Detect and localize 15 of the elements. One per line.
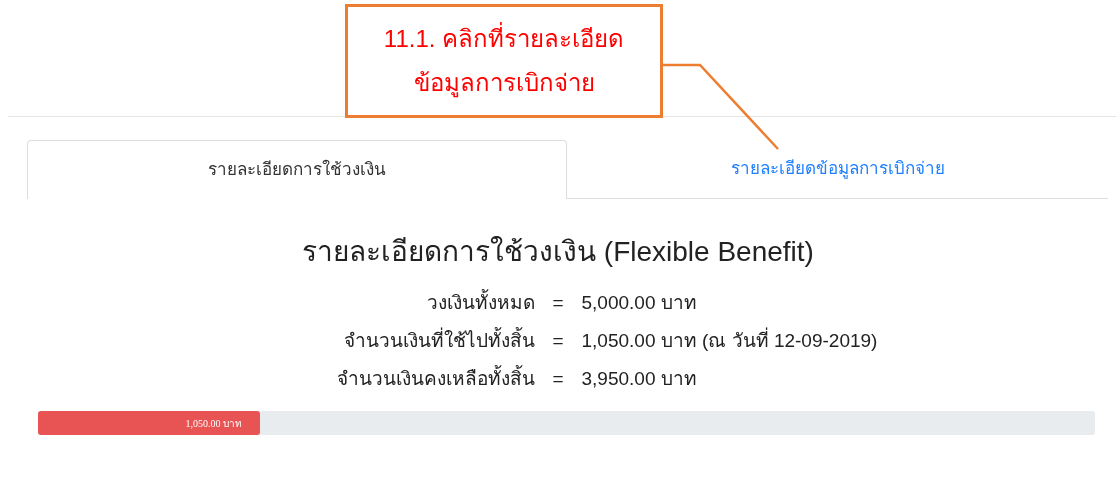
summary-value: 1,050.00 บาท (ณ วันที่ 12-09-2019) <box>581 322 1082 360</box>
summary-label: วงเงินทั้งหมด <box>34 284 535 322</box>
summary-value: 3,950.00 บาท <box>581 367 698 391</box>
page-heading: รายละเอียดการใช้วงเงิน (Flexible Benefit) <box>302 235 814 269</box>
summary-label: จำนวนเงินคงเหลือทั้งสิ้น <box>34 360 535 398</box>
tab[interactable]: รายละเอียดข้อมูลการเบิกจ่าย <box>567 140 1108 199</box>
summary-label: จำนวนเงินที่ใช้ไปทั้งสิ้น <box>34 322 535 360</box>
callout-text: ข้อมูลการเบิกจ่าย <box>413 68 595 98</box>
tab[interactable]: รายละเอียดการใช้วงเงิน <box>27 140 567 199</box>
progress-label: 1,050.00 บาท <box>185 416 242 431</box>
equals-sign: = <box>551 329 565 353</box>
summary-value: 5,000.00 บาท <box>581 291 698 315</box>
callout-text: 11.1. คลิกที่รายละเอียด <box>383 24 625 54</box>
equals-sign: = <box>551 291 565 315</box>
equals-sign: = <box>551 367 565 391</box>
